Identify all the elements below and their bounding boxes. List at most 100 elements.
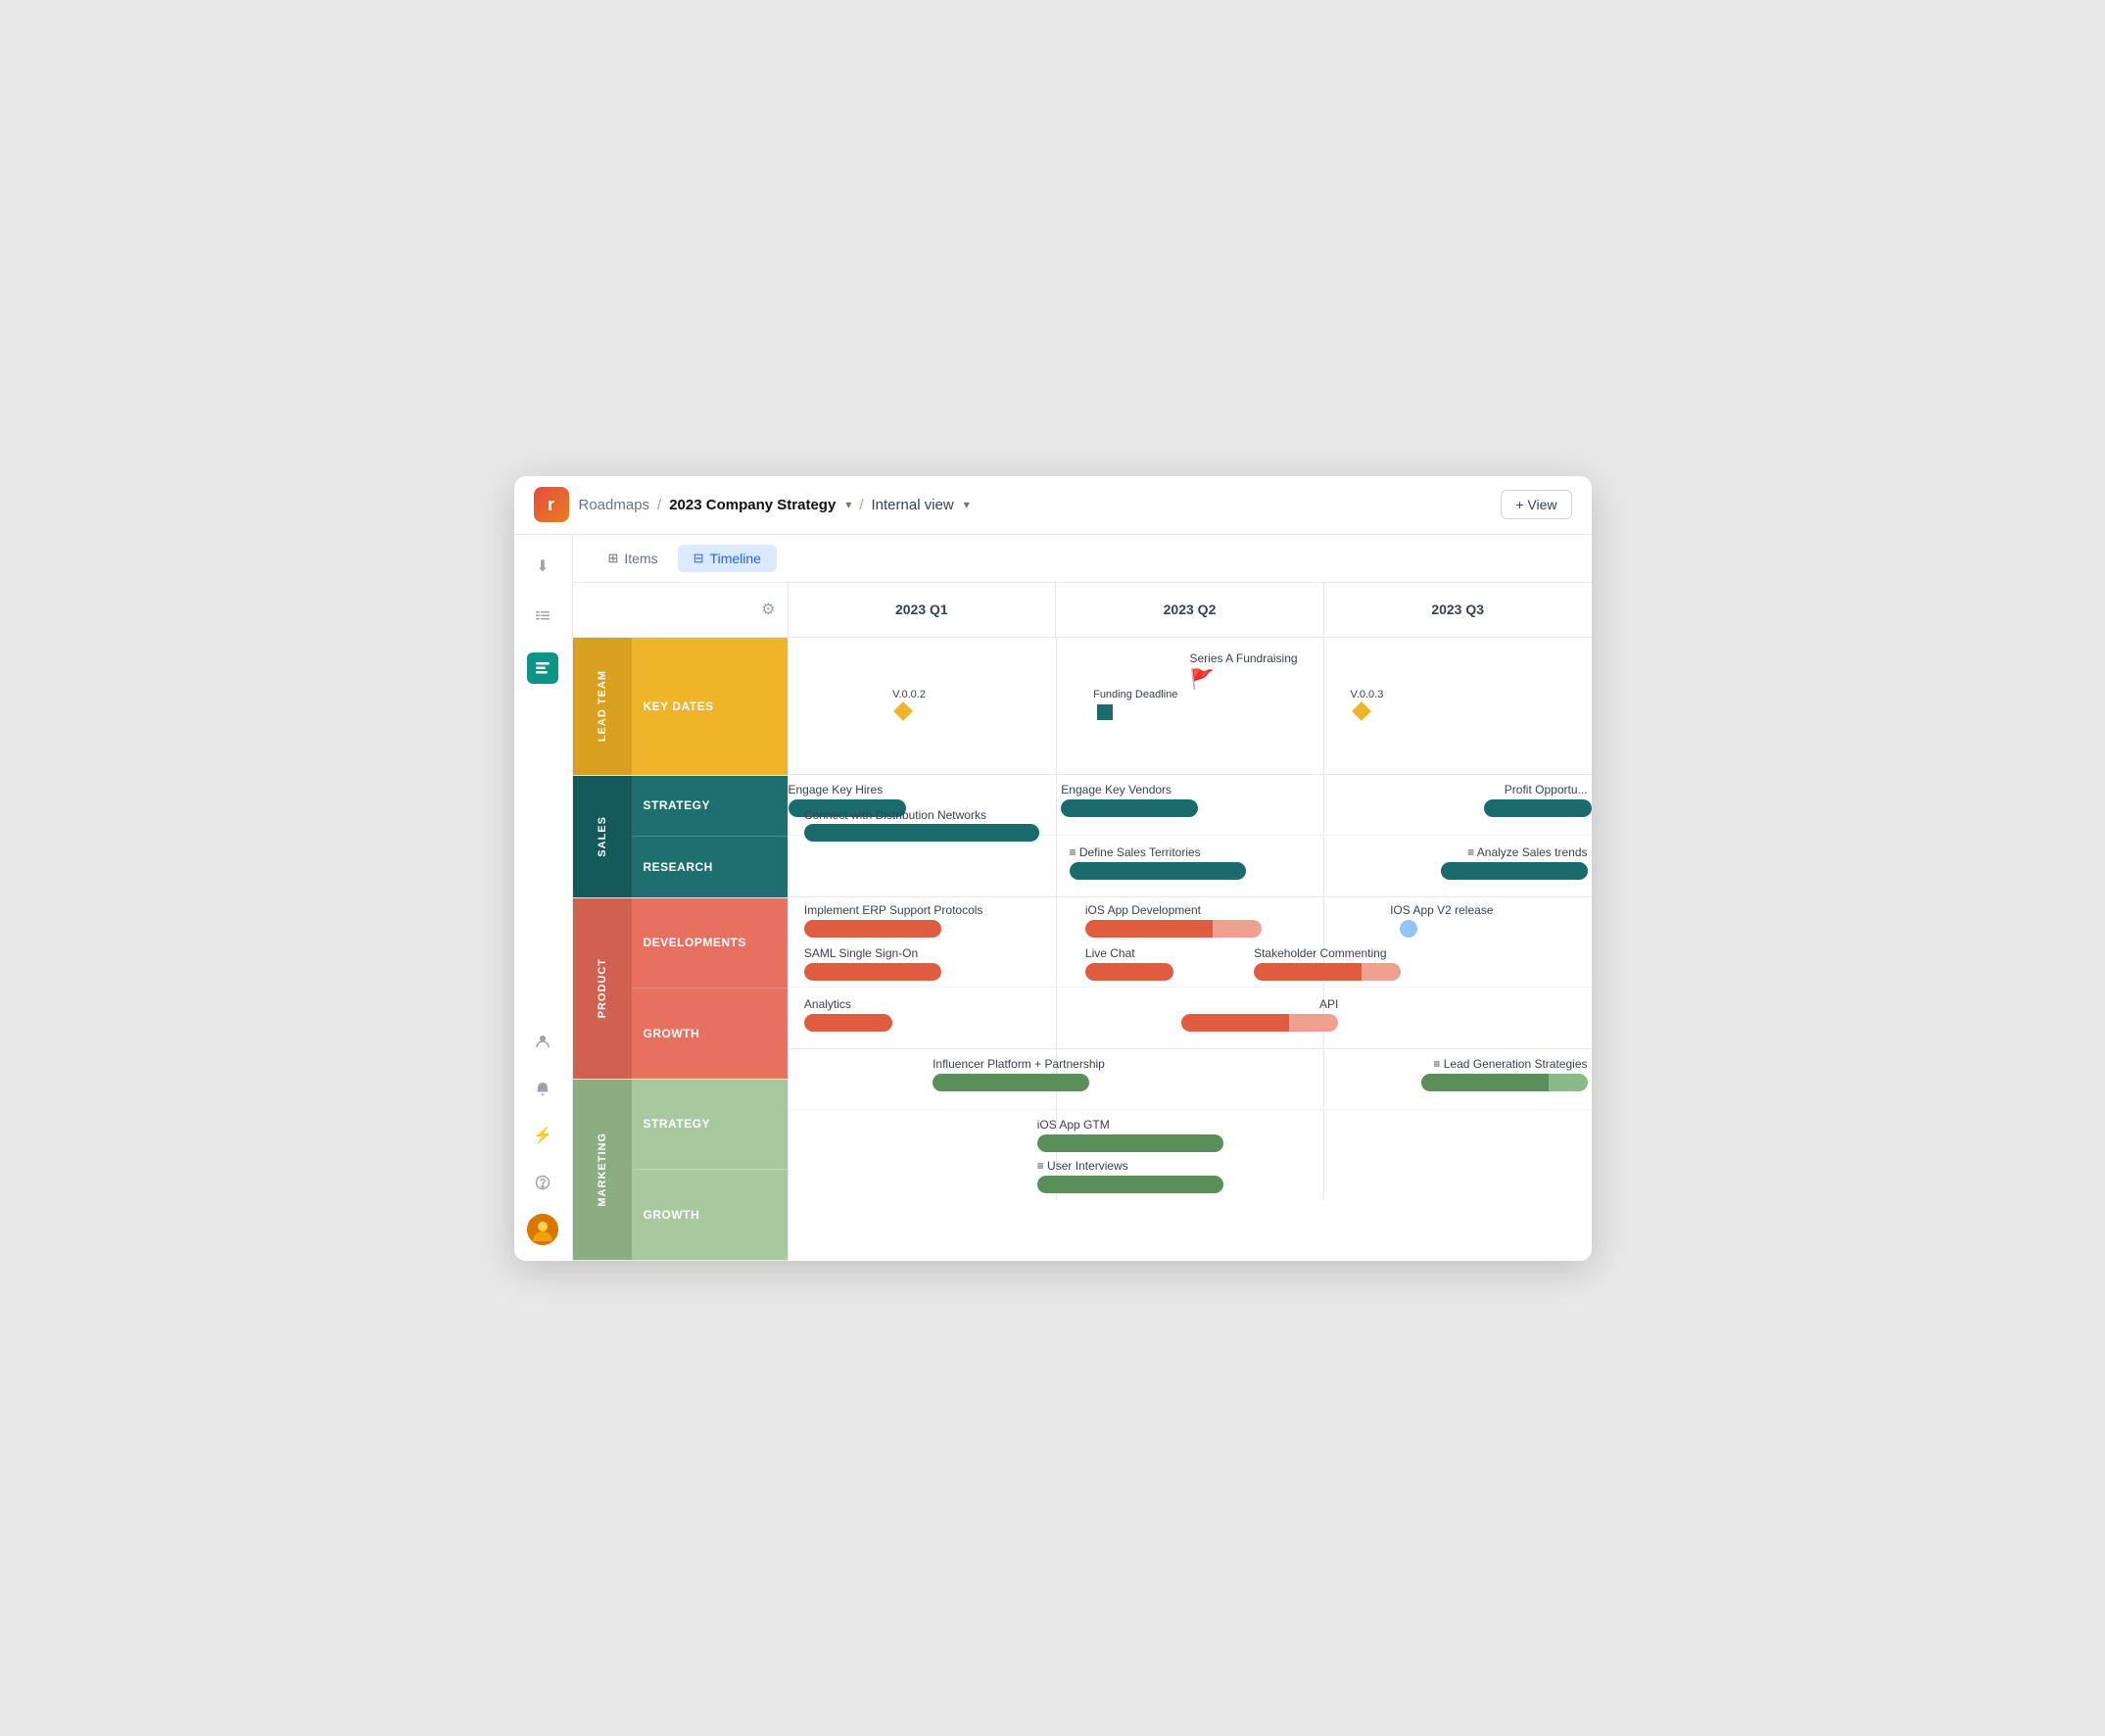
sidebar-icon-bell[interactable] [527, 1073, 558, 1104]
chevron-down-icon-1[interactable]: ▾ [845, 498, 851, 511]
subgroup-product-growth: GROWTH [632, 989, 788, 1079]
item-stakeholder-bars [1254, 963, 1401, 981]
timeline-area: 2023 Q1 2023 Q2 2023 Q3 [789, 583, 1592, 1261]
sidebar-icon-contacts[interactable] [527, 1026, 558, 1057]
milestone-v003-diamond [1352, 701, 1371, 721]
tab-timeline[interactable]: ⊟ Timeline [678, 545, 777, 572]
sidebar-icon-help[interactable] [527, 1167, 558, 1198]
q1-div-pg [1056, 988, 1057, 1048]
item-ios-gtm-label: iOS App GTM [1037, 1118, 1223, 1132]
group-lead-team-label: LEAD TEAM [593, 662, 612, 749]
subgroup-sales-research-label: RESEARCH [644, 860, 713, 874]
timeline-icon: ⊟ [694, 551, 704, 566]
items-icon: ⊞ [608, 551, 619, 566]
subgroup-marketing-strategy: STRATEGY [632, 1080, 788, 1170]
item-engage-vendors[interactable]: Engage Key Vendors [1061, 783, 1198, 817]
item-stakeholder-bar-light [1362, 963, 1401, 981]
header: r Roadmaps / 2023 Company Strategy ▾ / I… [514, 476, 1592, 535]
q1-div-pd [1056, 897, 1057, 987]
item-ios-gtm[interactable]: iOS App GTM [1037, 1118, 1223, 1152]
group-marketing-label-col: MARKETING [573, 1080, 632, 1260]
item-saml[interactable]: SAML Single Sign-On [804, 946, 941, 981]
milestone-v003: V.0.0.3 [1351, 689, 1384, 718]
group-sales-label-col: SALES [573, 776, 632, 897]
timeline-rows: Series A Fundraising 🚩 V.0.0.2 [789, 638, 1592, 1200]
item-analyze-sales[interactable]: ≡ Analyze Sales trends [1441, 845, 1588, 880]
chevron-down-icon-2[interactable]: ▾ [964, 498, 970, 511]
subgroup-product-developments: DEVELOPMENTS [632, 898, 788, 989]
item-livechat[interactable]: Live Chat [1085, 946, 1173, 981]
q2-div-ms [1323, 1049, 1324, 1109]
breadcrumb-roadmaps[interactable]: Roadmaps [579, 497, 650, 513]
sales-subgroups: STRATEGY RESEARCH [632, 776, 788, 897]
subgroup-sales-research: RESEARCH [632, 837, 788, 897]
breadcrumb-strategy[interactable]: 2023 Company Strategy [669, 497, 836, 513]
avatar[interactable] [527, 1214, 558, 1245]
item-profit[interactable]: Profit Opportu... [1435, 783, 1592, 817]
item-stakeholder[interactable]: Stakeholder Commenting [1254, 946, 1401, 981]
item-lead-gen[interactable]: ≡ Lead Generation Strategies [1421, 1057, 1588, 1091]
item-api[interactable]: API [1181, 997, 1338, 1032]
tab-timeline-label: Timeline [710, 551, 761, 566]
sidebar-icon-bolt[interactable]: ⚡ [527, 1120, 558, 1151]
group-marketing-label: MARKETING [593, 1125, 612, 1215]
item-analytics[interactable]: Analytics [804, 997, 892, 1032]
item-ios-dev-bars [1085, 920, 1262, 938]
settings-icon[interactable]: ⚙ [761, 600, 775, 619]
item-ios-v2[interactable]: IOS App V2 release [1390, 903, 1493, 938]
subgroup-product-developments-label: DEVELOPMENTS [644, 936, 746, 949]
group-lead-team-label-col: LEAD TEAM [573, 638, 632, 775]
milestone-funding-label: Funding Deadline [1093, 689, 1177, 700]
item-api-bars [1181, 1014, 1338, 1032]
subgroup-marketing-strategy-label: STRATEGY [644, 1117, 710, 1131]
subgroup-marketing-growth: GROWTH [632, 1170, 788, 1260]
item-saml-label: SAML Single Sign-On [804, 946, 941, 960]
q1-div-ss [1056, 775, 1057, 835]
tl-row-sales-strategy: Engage Key Hires Engage Key Vendors [789, 775, 1592, 836]
logo[interactable]: r [534, 487, 569, 522]
group-sales-label: SALES [593, 808, 612, 865]
tab-items-label: Items [624, 551, 657, 566]
tl-group-sales: Engage Key Hires Engage Key Vendors [789, 775, 1592, 897]
item-engage-hires-label: Engage Key Hires [789, 783, 906, 796]
item-ios-gtm-bar [1037, 1134, 1223, 1152]
item-lead-gen-bar-light [1549, 1074, 1588, 1091]
timeline-header: 2023 Q1 2023 Q2 2023 Q3 [789, 583, 1592, 638]
flag-series-a-label: Series A Fundraising [1190, 651, 1298, 665]
item-engage-vendors-bar [1061, 799, 1198, 817]
item-api-bar-main [1181, 1014, 1289, 1032]
app-window: r Roadmaps / 2023 Company Strategy ▾ / I… [514, 476, 1592, 1261]
item-lead-gen-bars [1421, 1074, 1588, 1091]
item-influencer[interactable]: Influencer Platform + Partnership [933, 1057, 1105, 1091]
q1-div-sr [1056, 836, 1057, 896]
item-ios-v2-dot [1400, 920, 1417, 938]
item-stakeholder-bar-main [1254, 963, 1362, 981]
add-view-button[interactable]: + View [1501, 490, 1571, 519]
item-ios-dev[interactable]: iOS App Development [1085, 903, 1262, 938]
sidebar-icon-list[interactable] [527, 602, 558, 633]
breadcrumb-sep-2: / [859, 497, 863, 513]
sidebar-icon-roadmap[interactable] [527, 652, 558, 684]
item-erp-label: Implement ERP Support Protocols [804, 903, 983, 917]
item-analytics-label: Analytics [804, 997, 892, 1011]
tl-group-product: Implement ERP Support Protocols iOS App … [789, 897, 1592, 1049]
q2-div-sr [1323, 836, 1324, 896]
milestone-v002-diamond [893, 701, 913, 721]
group-product-label-col: PRODUCT [573, 898, 632, 1079]
quarter-q2: 2023 Q2 [1056, 583, 1324, 637]
breadcrumb-view[interactable]: Internal view [872, 497, 954, 513]
item-user-interviews[interactable]: ≡ User Interviews [1037, 1159, 1223, 1193]
left-panel: ⚙ LEAD TEAM KEY DATES [573, 583, 789, 1261]
item-erp[interactable]: Implement ERP Support Protocols [804, 903, 983, 938]
milestone-v002-label: V.0.0.2 [892, 689, 926, 700]
item-profit-bar [1484, 799, 1592, 817]
sidebar-icon-download[interactable]: ⬇ [527, 551, 558, 582]
tl-row-marketing-strategy: Influencer Platform + Partnership ≡ Lead… [789, 1049, 1592, 1110]
content: ⊞ Items ⊟ Timeline ⚙ [573, 535, 1592, 1261]
group-product-label: PRODUCT [593, 950, 612, 1026]
q2-divider [1323, 638, 1324, 774]
item-distribution-label: Connect with Distribution Networks [804, 808, 1039, 822]
tab-items[interactable]: ⊞ Items [593, 545, 674, 572]
item-define-sales[interactable]: ≡ Define Sales Territories [1070, 845, 1246, 880]
subgroup-marketing-growth-label: GROWTH [644, 1208, 700, 1222]
